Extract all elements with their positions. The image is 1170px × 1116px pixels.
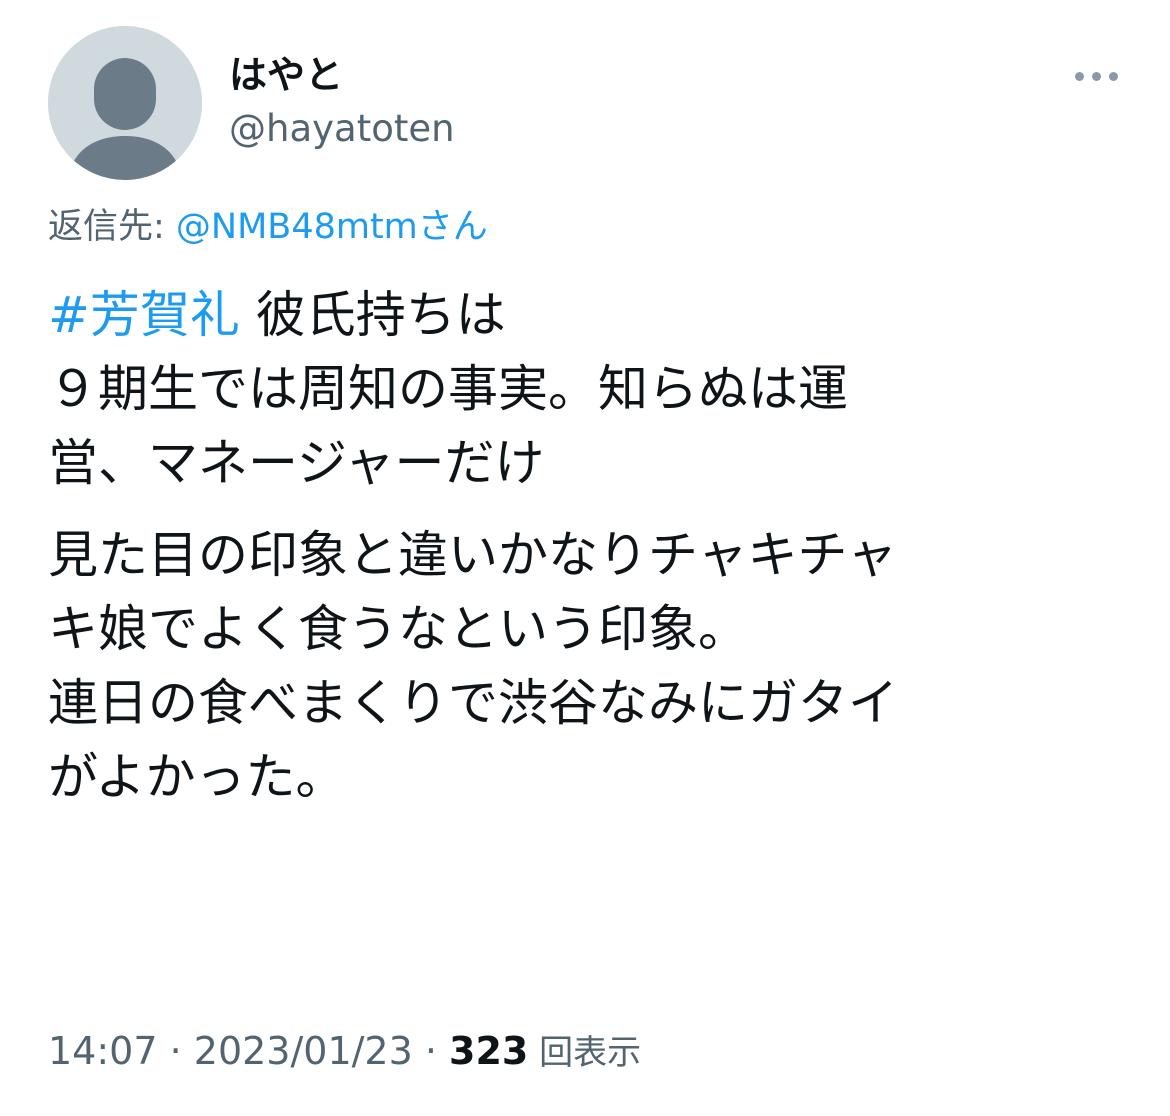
tweet-line: ９期生では周知の事実。知らぬは運 (48, 360, 848, 418)
tweet-paragraph: #芳賀礼 彼氏持ちは ９期生では周知の事実。知らぬは運 営、マネージャーだけ (48, 278, 1128, 500)
tweet-line-text: 彼氏持ちは (239, 286, 506, 344)
tweet-date[interactable]: 2023/01/23 (194, 1029, 413, 1073)
views-label: 回表示 (528, 1033, 642, 1073)
views-count: 323 (449, 1029, 529, 1073)
default-person-icon (48, 26, 202, 180)
tweet-time[interactable]: 14:07 (48, 1029, 158, 1073)
avatar[interactable] (48, 26, 202, 180)
display-name[interactable]: はやと (229, 50, 343, 100)
hashtag-link[interactable]: #芳賀礼 (48, 286, 240, 344)
tweet-line: 見た目の印象と違いかなりチャキチャ (48, 526, 897, 584)
tweet-line: #芳賀礼 彼氏持ちは (48, 278, 1128, 352)
meta-separator: · (157, 1029, 194, 1073)
more-options-button[interactable] (1066, 56, 1126, 96)
reply-mention-suffix[interactable]: さん (418, 207, 488, 247)
user-handle[interactable]: @hayatoten (229, 104, 455, 154)
reply-context: 返信先: @NMB48mtmさん (48, 202, 488, 252)
more-horizontal-icon-dot (1108, 71, 1118, 81)
meta-separator: · (412, 1029, 450, 1073)
reply-label: 返信先: (48, 207, 176, 247)
tweet-line: がよかった。 (48, 748, 346, 806)
tweet-line: 営、マネージャーだけ (48, 434, 545, 492)
tweet-meta: 14:07 · 2023/01/23 · 323 回表示 (48, 1024, 641, 1080)
more-horizontal-icon-dot (1091, 71, 1101, 81)
tweet-line: キ娘でよく食うなという印象。 (48, 600, 748, 658)
tweet-paragraph: 見た目の印象と違いかなりチャキチャ キ娘でよく食うなという印象。 連日の食べまく… (48, 518, 1128, 814)
reply-mention-link[interactable]: @NMB48mtm (176, 207, 418, 247)
tweet-line: 連日の食べまくりで渋谷なみにガタイ (48, 674, 898, 732)
tweet-text: #芳賀礼 彼氏持ちは ９期生では周知の事実。知らぬは運 営、マネージャーだけ 見… (48, 278, 1128, 832)
more-horizontal-icon (1074, 71, 1084, 81)
